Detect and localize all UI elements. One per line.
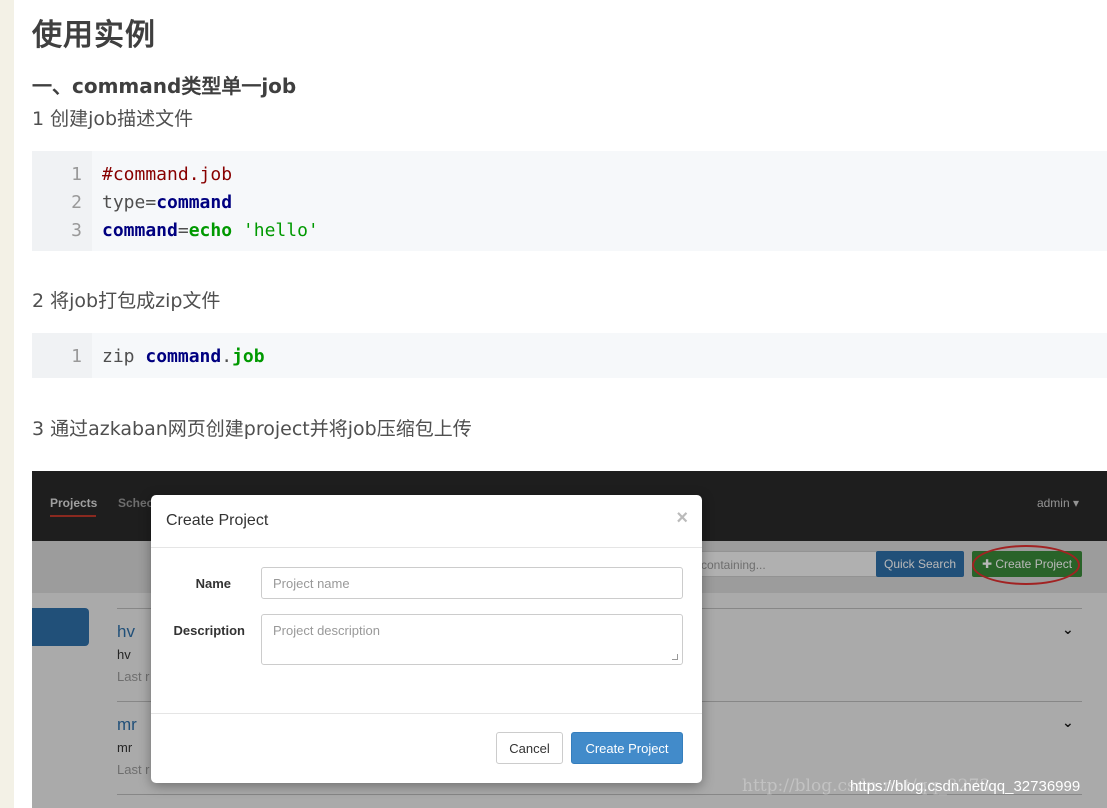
code-value: command <box>156 192 233 213</box>
azkaban-screenshot: Projects Schec admin ▾ containing... Qui… <box>32 471 1107 808</box>
code-line-2: type=command <box>102 192 232 213</box>
step-3-text: 3 通过azkaban网页创建project并将job压缩包上传 <box>32 418 472 440</box>
code-line-3: command=echo 'hello' <box>102 220 319 241</box>
code-key: type <box>102 192 146 213</box>
code-command: zip <box>102 346 135 367</box>
code-string: 'hello' <box>242 220 319 241</box>
code-block-2: 1 zip command.job <box>32 333 1107 378</box>
modal-footer-divider <box>151 713 702 714</box>
code-arg: command <box>145 346 222 367</box>
left-margin-strip <box>0 0 14 808</box>
name-label: Name <box>195 576 231 591</box>
code-block-1: 1 2 3 #command.job type=command command=… <box>32 151 1107 251</box>
modal-header: Create Project × <box>151 495 702 548</box>
project-description-input[interactable]: Project description <box>261 614 683 665</box>
step-1-text: 1 创建job描述文件 <box>32 108 194 130</box>
create-project-submit-button[interactable]: Create Project <box>571 732 683 764</box>
resize-handle[interactable] <box>672 654 678 660</box>
watermark-url: https://blog.csdn.net/qq_32736999 <box>850 778 1081 795</box>
code-equals: = <box>177 220 189 241</box>
description-placeholder: Project description <box>273 623 380 638</box>
line-number: 1 <box>71 346 82 367</box>
project-name-input[interactable]: Project name <box>261 567 683 599</box>
section-heading: 一、command类型单一job <box>32 74 297 98</box>
line-number: 1 <box>71 164 82 185</box>
code-ext: job <box>232 346 265 367</box>
code-command: echo <box>188 220 233 241</box>
description-label: Description <box>173 623 245 638</box>
close-icon[interactable]: × <box>676 507 688 530</box>
page-title: 使用实例 <box>32 18 156 53</box>
line-number: 2 <box>71 192 82 213</box>
code-dot: . <box>221 346 233 367</box>
line-number: 3 <box>71 220 82 241</box>
code-line-1: #command.job <box>102 164 232 185</box>
code-comment: #command.job <box>102 164 233 185</box>
cancel-button[interactable]: Cancel <box>496 732 563 764</box>
create-project-modal: Create Project × Name Project name Descr… <box>151 495 702 783</box>
code-equals: = <box>145 192 157 213</box>
code-line-1: zip command.job <box>102 346 265 367</box>
code-key: command <box>102 220 178 241</box>
modal-title: Create Project <box>166 512 269 529</box>
step-2-text: 2 将job打包成zip文件 <box>32 290 221 312</box>
